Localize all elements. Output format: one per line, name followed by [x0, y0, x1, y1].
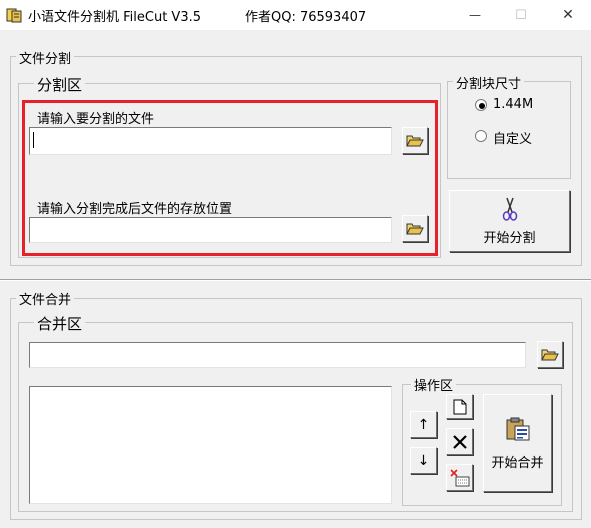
title-bar[interactable]: 小语文件分割机 FileCut V3.5 作者QQ: 76593407 — ☐ …: [0, 0, 591, 30]
size-option-custom-label: 自定义: [493, 132, 533, 147]
start-merge-label: 开始合并: [491, 455, 544, 471]
split-group-label: 文件分割: [16, 48, 75, 67]
split-area-label: 分割区: [34, 74, 86, 95]
browse-output-button[interactable]: [402, 215, 428, 242]
app-icon: [6, 8, 22, 23]
section-separator: [0, 279, 591, 281]
minimize-button[interactable]: —: [452, 0, 498, 30]
folder-open-icon: [541, 349, 559, 361]
clear-list-button[interactable]: [446, 464, 473, 491]
new-file-icon: [453, 399, 466, 414]
merge-file-list[interactable]: [29, 386, 392, 504]
folder-open-icon: [406, 135, 424, 147]
browse-merge-button[interactable]: [537, 341, 563, 368]
size-option-144m-label: 1.44M: [493, 97, 534, 112]
chunk-size-label: 分割块尺寸: [453, 73, 525, 92]
operations-label: 操作区: [411, 375, 457, 394]
size-option-144m[interactable]: 1.44M: [475, 97, 555, 113]
clipboard-merge-icon: [506, 417, 529, 440]
close-button[interactable]: ✕: [545, 0, 591, 30]
minimize-icon: —: [469, 8, 481, 22]
text-caret: [33, 132, 34, 148]
merge-area-label: 合并区: [34, 313, 86, 334]
size-option-custom[interactable]: 自定义: [475, 128, 555, 147]
move-up-button[interactable]: ↑: [410, 411, 437, 438]
start-split-label: 开始分割: [483, 230, 536, 246]
move-down-button[interactable]: ↓: [410, 447, 437, 474]
start-split-button[interactable]: 开始分割: [449, 190, 570, 252]
radio-selected-dot: [479, 103, 485, 109]
browse-input-button[interactable]: [402, 127, 428, 154]
author-info: 作者QQ: 76593407: [245, 10, 367, 25]
input-file-field[interactable]: [29, 127, 392, 155]
merge-path-field[interactable]: [29, 342, 526, 368]
window-title: 小语文件分割机 FileCut V3.5: [28, 10, 201, 25]
add-file-button[interactable]: [446, 394, 473, 419]
radio-custom[interactable]: [475, 130, 487, 142]
radio-144m[interactable]: [475, 99, 487, 111]
input-file-label: 请输入要分割的文件: [37, 112, 155, 127]
output-location-field[interactable]: [29, 217, 392, 243]
arrow-down-icon: ↓: [417, 452, 430, 469]
merge-group-label: 文件合并: [16, 289, 75, 308]
output-location-label: 请输入分割完成后文件的存放位置: [37, 202, 233, 217]
delete-x-icon: [452, 434, 467, 449]
start-merge-button[interactable]: 开始合并: [483, 394, 552, 492]
maximize-button[interactable]: ☐: [498, 0, 544, 30]
clear-list-icon: [449, 468, 469, 486]
arrow-up-icon: ↑: [417, 416, 430, 433]
close-icon: ✕: [562, 7, 574, 23]
delete-file-button[interactable]: [446, 428, 473, 455]
folder-open-icon: [406, 223, 424, 235]
maximize-icon: ☐: [515, 7, 527, 23]
scissors-icon: [502, 197, 517, 221]
